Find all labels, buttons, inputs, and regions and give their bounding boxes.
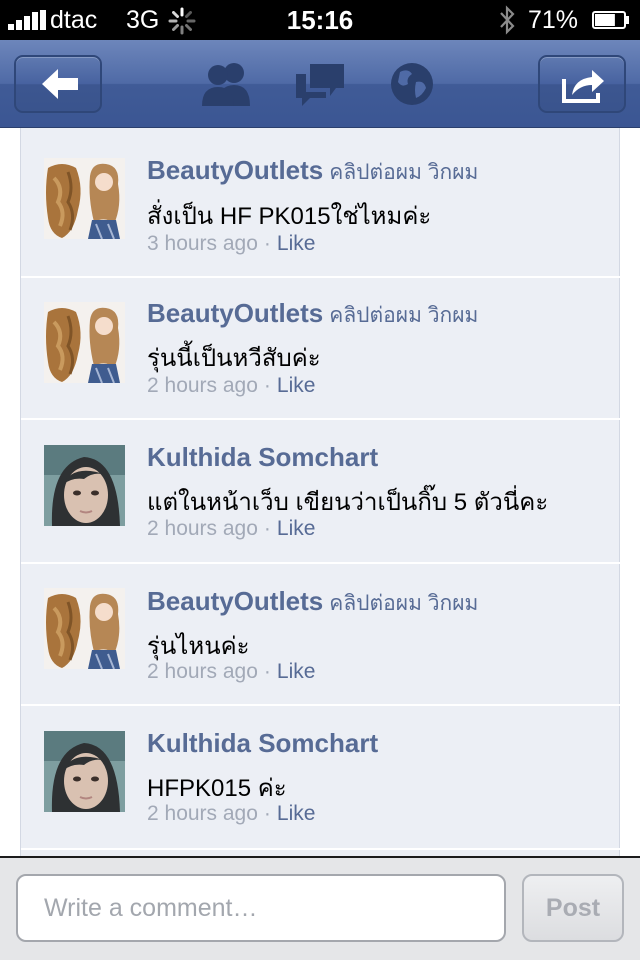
- comment-timestamp: 2 hours ago: [147, 660, 258, 683]
- comment-author-link[interactable]: Kulthida Somchart: [147, 728, 378, 758]
- like-link[interactable]: Like: [277, 802, 316, 825]
- comment-text: รุ่นนี้เป็นหวีสับค่ะ: [147, 345, 321, 372]
- status-bar: dtac 3G 15:16 71%: [0, 0, 640, 40]
- notifications-button[interactable]: [382, 58, 442, 110]
- hair-product-photo: [44, 158, 125, 239]
- comment-item: BeautyOutlets คลิปต่อผม วิกผม สั่งเป็น HF…: [21, 128, 621, 278]
- messages-icon: [296, 64, 344, 106]
- like-link[interactable]: Like: [277, 660, 316, 683]
- avatar[interactable]: [44, 445, 125, 526]
- separator-dot: ·: [263, 802, 271, 825]
- comment-item: BeautyOutlets คลิปต่อผม วิกผม รุ่นไหนค่ะ …: [21, 564, 621, 706]
- avatar[interactable]: [44, 158, 125, 239]
- hair-product-photo: [44, 302, 125, 383]
- battery-icon: [592, 11, 629, 29]
- comment-author-link[interactable]: BeautyOutlets: [147, 155, 323, 185]
- battery-percentage: 71%: [528, 6, 579, 34]
- share-icon: [562, 70, 604, 103]
- back-arrow-icon: [42, 69, 78, 99]
- friends-icon: [202, 63, 250, 106]
- comment-item: Kulthida Somchart HFPK015 ค่ะ 2 hours ag…: [21, 706, 621, 850]
- comment-author-link[interactable]: BeautyOutlets: [147, 298, 323, 328]
- comment-author-page-label: คลิปต่อผม วิกผม: [329, 592, 479, 615]
- back-button[interactable]: [14, 55, 102, 113]
- share-button[interactable]: [538, 55, 626, 113]
- avatar[interactable]: [44, 588, 125, 669]
- like-link[interactable]: Like: [277, 232, 316, 255]
- comment-timestamp: 3 hours ago: [147, 232, 258, 255]
- comment-author-link[interactable]: Kulthida Somchart: [147, 442, 378, 472]
- comment-compose-bar: Post: [0, 856, 640, 960]
- comment-item: BeautyOutlets คลิปต่อผม วิกผม รุ่นนี้เป็น…: [21, 278, 621, 420]
- avatar[interactable]: [44, 302, 125, 383]
- separator-dot: ·: [263, 374, 271, 397]
- hair-product-photo: [44, 588, 125, 669]
- comment-author-link[interactable]: BeautyOutlets: [147, 586, 323, 616]
- separator-dot: ·: [263, 660, 271, 683]
- globe-icon: [391, 63, 433, 105]
- comment-text: แต่ในหน้าเว็บ เขียนว่าเป็นกิ๊บ 5 ตัวนี่ค…: [147, 489, 549, 516]
- user-photo: [44, 445, 125, 526]
- user-photo: [44, 731, 125, 812]
- comments-area[interactable]: BeautyOutlets คลิปต่อผม วิกผม สั่งเป็น HF…: [0, 128, 640, 856]
- comment-timestamp: 2 hours ago: [147, 802, 258, 825]
- comment-text: สั่งเป็น HF PK015ใช่ไหมค่ะ: [147, 203, 432, 230]
- bluetooth-icon: [500, 5, 515, 35]
- separator-dot: ·: [263, 517, 271, 540]
- comment-timestamp: 2 hours ago: [147, 517, 258, 540]
- friend-requests-button[interactable]: [196, 58, 256, 110]
- avatar[interactable]: [44, 731, 125, 812]
- comment-author-page-label: คลิปต่อผม วิกผม: [329, 161, 479, 184]
- separator-dot: ·: [263, 232, 271, 255]
- navigation-bar: [0, 40, 640, 128]
- like-link[interactable]: Like: [277, 374, 316, 397]
- comment-input[interactable]: [16, 874, 506, 942]
- messages-button[interactable]: [290, 58, 350, 110]
- post-button[interactable]: Post: [522, 874, 624, 942]
- comment-item: Kulthida Somchart แต่ในหน้าเว็บ เขียนว่า…: [21, 420, 621, 564]
- comments-list: BeautyOutlets คลิปต่อผม วิกผม สั่งเป็น HF…: [20, 128, 621, 856]
- comment-timestamp: 2 hours ago: [147, 374, 258, 397]
- comment-author-page-label: คลิปต่อผม วิกผม: [329, 304, 479, 327]
- like-link[interactable]: Like: [277, 517, 316, 540]
